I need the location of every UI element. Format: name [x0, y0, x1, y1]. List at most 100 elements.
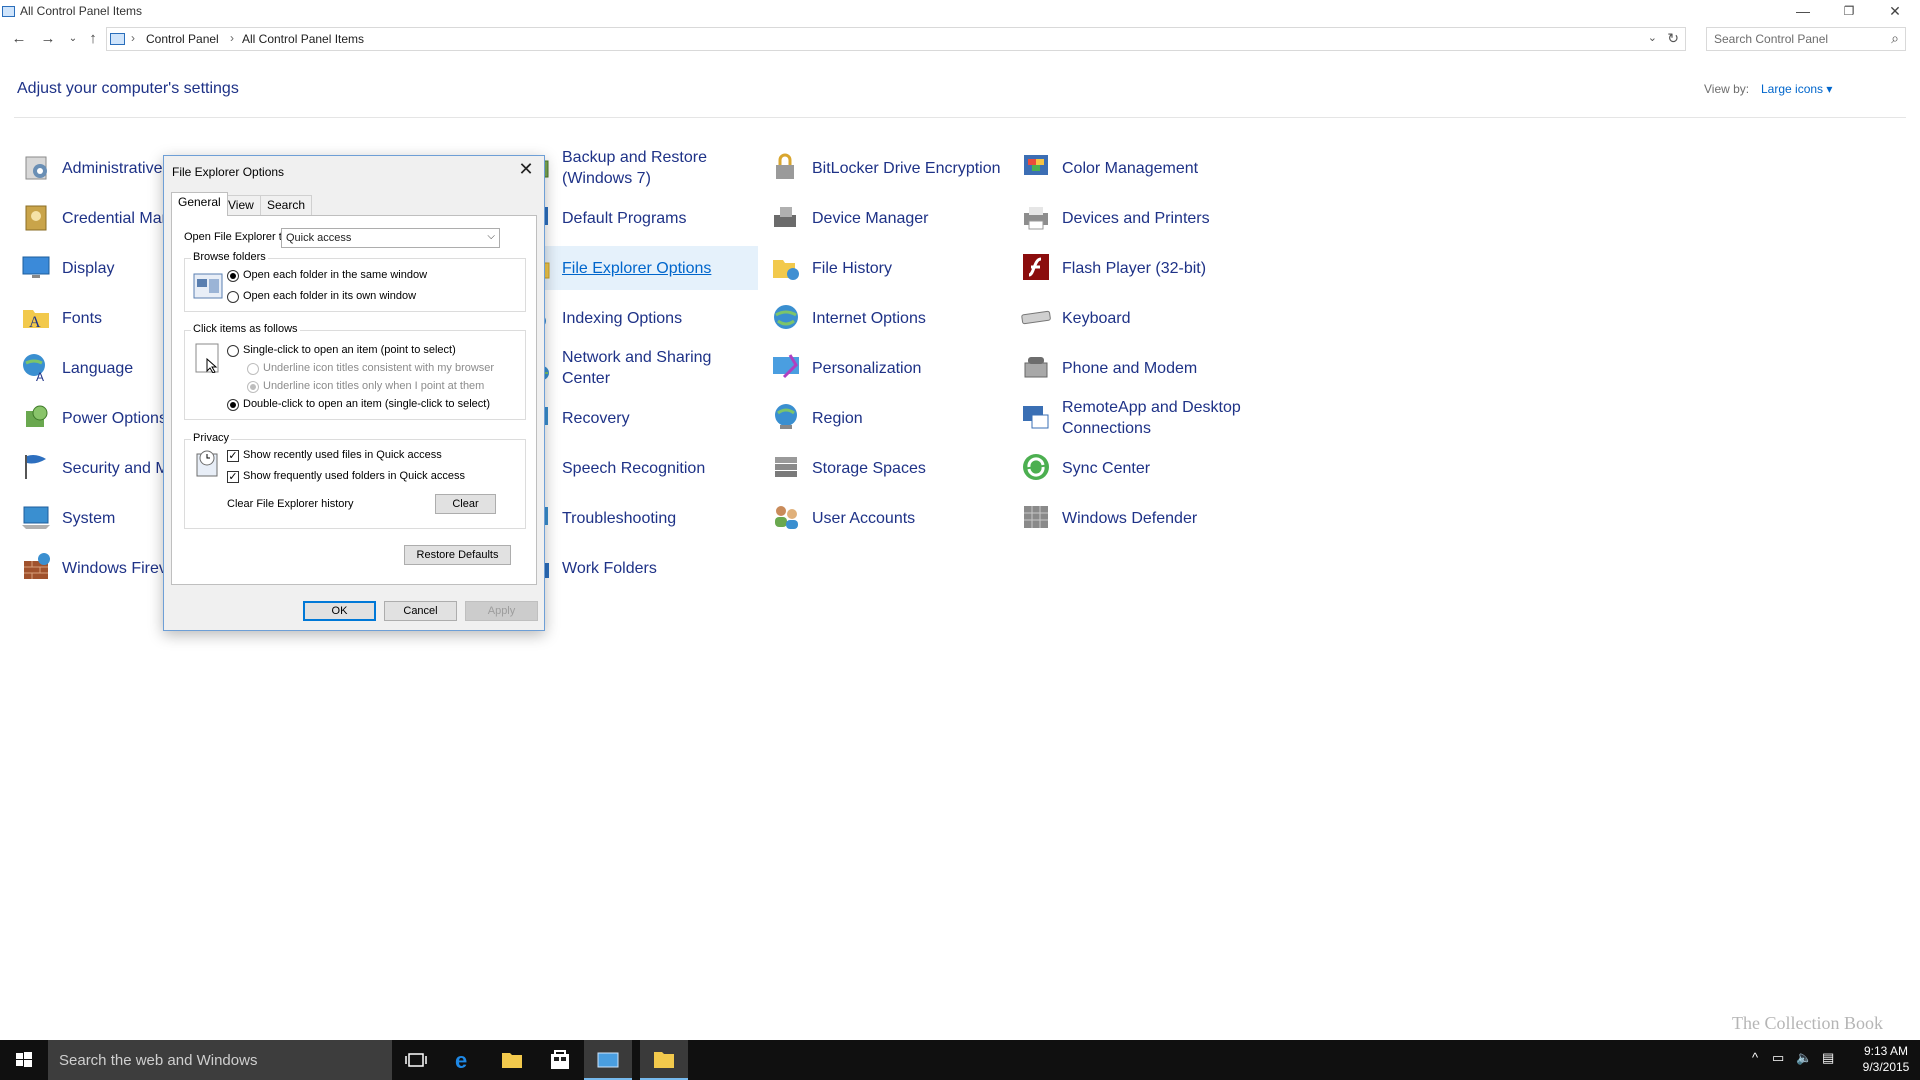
svg-text:A: A	[29, 314, 41, 331]
double-click-radio[interactable]	[227, 399, 239, 411]
chevron-down-icon: ⌵	[487, 231, 495, 242]
privacy-icon	[196, 450, 218, 477]
item-default-programs[interactable]: Default Programs	[520, 196, 760, 240]
up-arrow-icon[interactable]: ↑	[82, 28, 104, 50]
item-network-sharing[interactable]: Network and Sharing Center	[520, 346, 760, 390]
item-windows-defender[interactable]: Windows Defender	[1020, 496, 1260, 540]
breadcrumb-control-panel[interactable]: Control Panel	[146, 32, 219, 46]
item-backup-restore[interactable]: Backup and Restore (Windows 7)	[520, 146, 760, 190]
item-storage-spaces[interactable]: Storage Spaces	[770, 446, 1010, 490]
network-tray-icon[interactable]: ▭	[1772, 1050, 1784, 1066]
item-flash-player[interactable]: Flash Player (32-bit)	[1020, 246, 1260, 290]
storage-icon	[775, 457, 797, 477]
dialog-close-button[interactable]: ✕	[514, 159, 538, 180]
file-explorer-options-taskbar-button[interactable]	[640, 1040, 688, 1080]
address-dropdown-icon[interactable]: ⌄	[1648, 31, 1657, 44]
tab-search[interactable]: Search	[260, 195, 313, 215]
close-button[interactable]: ✕	[1872, 0, 1918, 24]
view-by-dropdown[interactable]: Large icons ▾	[1761, 82, 1832, 96]
clear-button[interactable]: Clear	[435, 494, 496, 514]
item-device-manager[interactable]: Device Manager	[770, 196, 1010, 240]
refresh-icon[interactable]: ↻	[1667, 30, 1679, 47]
item-phone-modem[interactable]: Phone and Modem	[1020, 346, 1260, 390]
item-label: Phone and Modem	[1062, 359, 1198, 377]
show-hidden-icons-chevron[interactable]: ^	[1752, 1050, 1758, 1065]
item-user-accounts[interactable]: User Accounts	[770, 496, 1010, 540]
file-explorer-icon	[502, 1053, 522, 1068]
tab-general[interactable]: General	[171, 192, 228, 216]
same-window-radio[interactable]	[227, 270, 239, 282]
item-keyboard[interactable]: Keyboard	[1020, 296, 1260, 340]
volume-icon[interactable]: 🔈	[1796, 1050, 1812, 1066]
edge-icon: e	[455, 1048, 467, 1073]
item-troubleshooting[interactable]: Troubleshooting	[520, 496, 760, 540]
window-title: All Control Panel Items	[20, 4, 143, 18]
item-label: Power Options	[62, 409, 167, 427]
item-bitlocker[interactable]: BitLocker Drive Encryption	[770, 146, 1010, 190]
single-click-radio[interactable]	[227, 345, 239, 357]
item-file-explorer-options[interactable]: File Explorer Options	[520, 246, 758, 290]
minimize-button[interactable]: —	[1780, 0, 1826, 24]
item-color-management[interactable]: Color Management	[1020, 146, 1260, 190]
underline-point-radio[interactable]	[247, 381, 259, 393]
svg-text:A: A	[36, 370, 44, 383]
taskbar-clock[interactable]: 9:13 AM 9/3/2015	[1856, 1043, 1916, 1075]
restore-defaults-button[interactable]: Restore Defaults	[404, 545, 511, 565]
cancel-button[interactable]: Cancel	[384, 601, 457, 621]
breadcrumb-all-items[interactable]: All Control Panel Items	[242, 32, 364, 46]
system-icon	[22, 506, 50, 529]
control-panel-small-icon	[110, 33, 125, 45]
open-to-dropdown[interactable]: Quick access ⌵	[281, 228, 500, 248]
own-window-radio[interactable]	[227, 291, 239, 303]
store-taskbar-button[interactable]	[536, 1040, 584, 1080]
ok-button[interactable]: OK	[303, 601, 376, 621]
store-icon	[551, 1050, 569, 1069]
defender-icon	[1024, 506, 1048, 528]
item-devices-printers[interactable]: Devices and Printers	[1020, 196, 1260, 240]
start-button[interactable]	[0, 1040, 48, 1080]
general-tab-panel: Open File Explorer to: Quick access ⌵ Br…	[171, 215, 537, 585]
back-arrow-icon[interactable]: ←	[8, 28, 30, 50]
apply-button[interactable]: Apply	[465, 601, 538, 621]
item-label: Flash Player (32-bit)	[1062, 259, 1207, 277]
address-bar[interactable]: › Control Panel › All Control Panel Item…	[106, 27, 1686, 51]
search-icon[interactable]: ⌕	[1891, 30, 1899, 47]
item-region[interactable]: Region	[770, 396, 1010, 440]
item-sync-center[interactable]: Sync Center	[1020, 446, 1260, 490]
search-input[interactable]: Search Control Panel	[1714, 32, 1828, 46]
item-label: Administrative	[62, 159, 163, 177]
internet-icon	[774, 305, 798, 329]
item-label: Credential Mar	[62, 209, 167, 227]
restore-button[interactable]: ❐	[1826, 0, 1872, 24]
bitlocker-icon	[776, 153, 794, 179]
language-icon: A	[23, 354, 45, 383]
browse-folders-group: Browse folders Open each folder in the s…	[184, 251, 526, 312]
edge-taskbar-button[interactable]: e	[440, 1040, 488, 1080]
recent-files-checkbox[interactable]: ✓	[227, 450, 239, 462]
item-file-history[interactable]: File History	[770, 246, 1010, 290]
file-explorer-taskbar-button[interactable]	[488, 1040, 536, 1080]
task-view-button[interactable]	[392, 1040, 440, 1080]
item-indexing-options[interactable]: Indexing Options	[520, 296, 760, 340]
search-box[interactable]: Search Control Panel ⌕	[1706, 27, 1906, 51]
item-personalization[interactable]: Personalization	[770, 346, 1010, 390]
taskbar-search-input[interactable]: Search the web and Windows	[59, 1052, 257, 1069]
item-speech-recognition[interactable]: Speech Recognition	[520, 446, 760, 490]
frequent-folders-checkbox[interactable]: ✓	[227, 471, 239, 483]
item-label: Network and Sharing Center	[562, 349, 712, 387]
taskbar-search-box[interactable]: Search the web and Windows	[48, 1040, 392, 1080]
item-internet-options[interactable]: Internet Options	[770, 296, 1010, 340]
recent-files-label: Show recently used files in Quick access	[243, 449, 442, 461]
item-recovery[interactable]: Recovery	[520, 396, 760, 440]
item-work-folders[interactable]: Work Folders	[520, 546, 760, 590]
underline-browser-radio[interactable]	[247, 363, 259, 375]
power-icon	[26, 405, 48, 427]
item-label: Device Manager	[812, 209, 929, 227]
item-label: User Accounts	[812, 509, 916, 527]
recent-locations-chevron-icon[interactable]: ⌄	[62, 28, 84, 50]
forward-arrow-icon[interactable]: →	[37, 28, 59, 50]
action-center-icon[interactable]: ▤	[1822, 1050, 1834, 1066]
sync-icon	[1023, 454, 1049, 480]
item-remoteapp[interactable]: RemoteApp and Desktop Connections	[1020, 396, 1260, 440]
control-panel-taskbar-button[interactable]	[584, 1040, 632, 1080]
